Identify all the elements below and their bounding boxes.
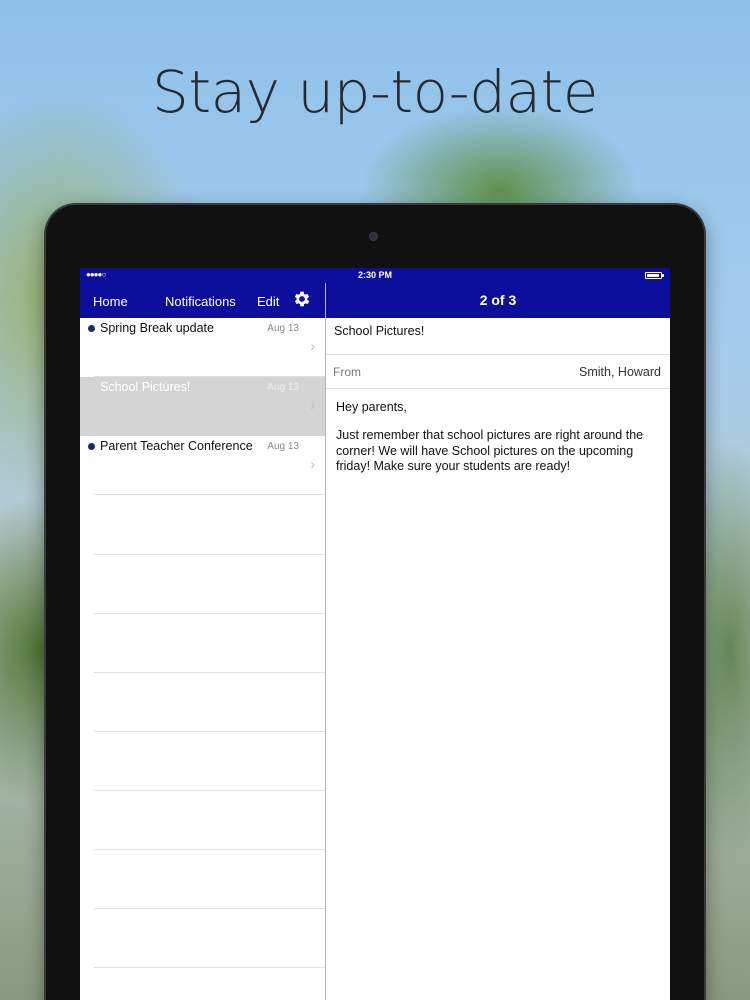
battery-icon xyxy=(645,272,664,279)
row-divider xyxy=(94,613,325,614)
sender-name: Smith, Howard xyxy=(579,365,661,379)
message-list: Spring Break update Aug 13 › School Pict… xyxy=(80,318,325,1000)
row-divider xyxy=(94,554,325,555)
chevron-right-icon: › xyxy=(310,456,315,472)
master-nav-bar: Home Notifications Edit xyxy=(80,283,326,318)
list-item[interactable]: Parent Teacher Conference Aug 13 › xyxy=(80,436,325,495)
row-divider xyxy=(94,849,325,850)
home-button[interactable]: Home xyxy=(93,294,128,309)
camera-icon xyxy=(369,232,378,241)
chevron-right-icon: › xyxy=(310,397,315,413)
status-bar: ●●●●○ 2:30 PM xyxy=(80,268,670,283)
chevron-right-icon: › xyxy=(310,338,315,354)
headline: Stay up-to-date xyxy=(152,58,598,126)
unread-dot-icon xyxy=(88,443,95,450)
row-divider xyxy=(94,672,325,673)
notifications-title: Notifications xyxy=(165,294,236,309)
pager-label: 2 of 3 xyxy=(479,292,517,308)
header-divider xyxy=(326,354,670,355)
message-greeting: Hey parents, xyxy=(336,400,407,414)
message-title: Parent Teacher Conference xyxy=(100,439,253,453)
status-time: 2:30 PM xyxy=(357,270,392,280)
unread-dot-icon xyxy=(88,325,95,332)
from-label: From xyxy=(333,365,361,379)
message-date: Aug 13 xyxy=(267,382,299,393)
row-divider xyxy=(94,494,325,495)
message-detail: School Pictures! From Smith, Howard Hey … xyxy=(326,318,670,1000)
gear-icon[interactable] xyxy=(292,289,312,309)
app-screen: ●●●●○ 2:30 PM Home Notifications Edit 2 … xyxy=(80,268,670,1000)
detail-nav-bar: 2 of 3 xyxy=(326,283,670,318)
edit-button[interactable]: Edit xyxy=(257,294,279,309)
message-date: Aug 13 xyxy=(267,441,299,452)
row-divider xyxy=(94,790,325,791)
header-divider xyxy=(326,388,670,389)
list-item[interactable]: School Pictures! Aug 13 › xyxy=(80,377,325,436)
row-divider xyxy=(94,967,325,968)
row-divider xyxy=(94,908,325,909)
message-title: School Pictures! xyxy=(100,380,191,394)
tablet-frame: ●●●●○ 2:30 PM Home Notifications Edit 2 … xyxy=(46,205,704,1000)
message-title: Spring Break update xyxy=(100,321,214,335)
message-date: Aug 13 xyxy=(267,323,299,334)
list-item[interactable]: Spring Break update Aug 13 › xyxy=(80,318,325,377)
message-body: Just remember that school pictures are r… xyxy=(336,428,644,473)
message-subject: School Pictures! xyxy=(334,324,425,338)
row-divider xyxy=(94,731,325,732)
